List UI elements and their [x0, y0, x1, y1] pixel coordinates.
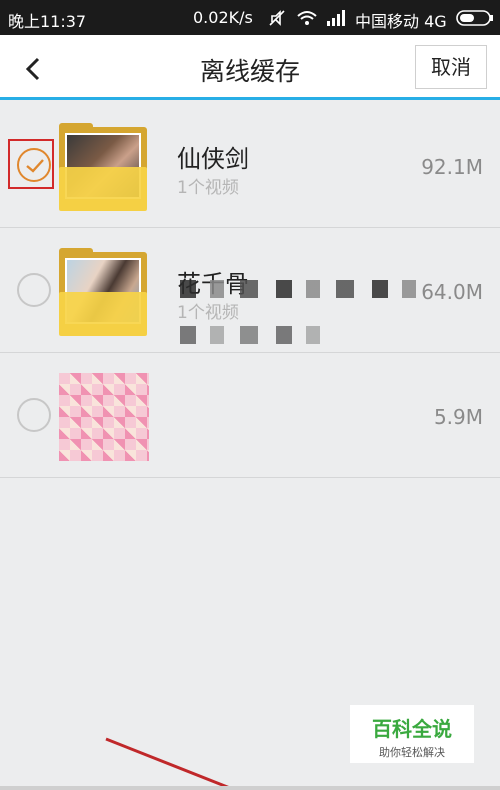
carrier-label: 中国移动 4G — [355, 12, 447, 31]
bottom-edge — [0, 786, 500, 790]
folder-front — [59, 167, 147, 211]
folder-thumbnail — [59, 248, 149, 336]
pixelated-subtitle — [180, 326, 330, 344]
item-count: 1个视频 — [177, 178, 239, 198]
cancel-button[interactable]: 取消 — [415, 45, 487, 89]
header-bar: 离线缓存 取消 — [0, 35, 500, 100]
list-item[interactable]: 仙侠剑 1个视频 92.1M — [0, 103, 500, 228]
network-speed: 0.02K/s — [193, 8, 253, 27]
page-title: 离线缓存 — [199, 57, 300, 86]
item-size: 5.9M — [433, 405, 483, 429]
mute-icon — [269, 10, 285, 26]
watermark-logo: 百科全说 助你轻松解决 — [350, 705, 474, 763]
item-title: 仙侠剑 — [177, 145, 249, 173]
pixelated-title — [180, 280, 420, 298]
signal-icon — [327, 10, 345, 26]
folder-front — [59, 292, 147, 336]
checkmark-icon — [26, 159, 44, 173]
status-time: 晚上11:37 — [8, 12, 87, 31]
back-arrow-icon[interactable] — [14, 49, 54, 89]
item-size: 92.1M — [421, 155, 483, 179]
folder-thumbnail — [59, 123, 149, 211]
pixelated-thumbnail — [59, 373, 149, 461]
item-count: 1个视频 — [177, 303, 239, 323]
item-checkbox[interactable] — [17, 148, 51, 182]
item-checkbox[interactable] — [17, 273, 51, 307]
list-item[interactable]: 5.9M — [0, 353, 500, 478]
wifi-icon — [297, 11, 317, 25]
item-size: 64.0M — [421, 280, 483, 304]
watermark-subtitle: 助你轻松解决 — [379, 746, 445, 759]
status-bar: 晚上11:37 0.02K/s 中国移动 4G — [0, 0, 500, 35]
header-accent-line — [0, 97, 500, 100]
watermark-title: 百科全说 — [372, 717, 452, 741]
battery-icon — [456, 10, 493, 26]
item-checkbox[interactable] — [17, 398, 51, 432]
annotation-arrow — [105, 737, 236, 790]
